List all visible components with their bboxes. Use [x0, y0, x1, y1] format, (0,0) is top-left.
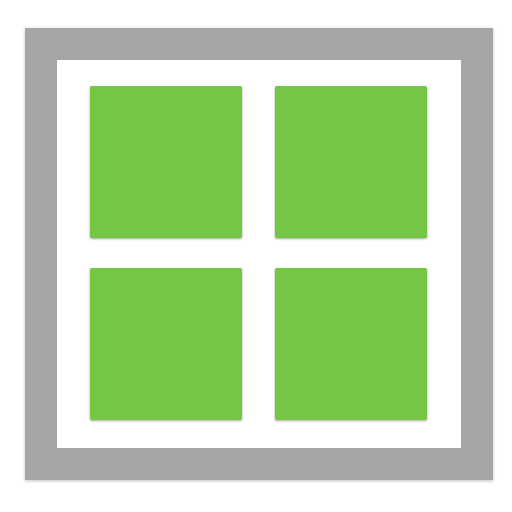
tile-top-right: [275, 86, 427, 238]
tile-top-left: [90, 86, 242, 238]
tile-bottom-right: [275, 268, 427, 420]
window-grid-icon: [0, 0, 512, 512]
tile-bottom-left: [90, 268, 242, 420]
